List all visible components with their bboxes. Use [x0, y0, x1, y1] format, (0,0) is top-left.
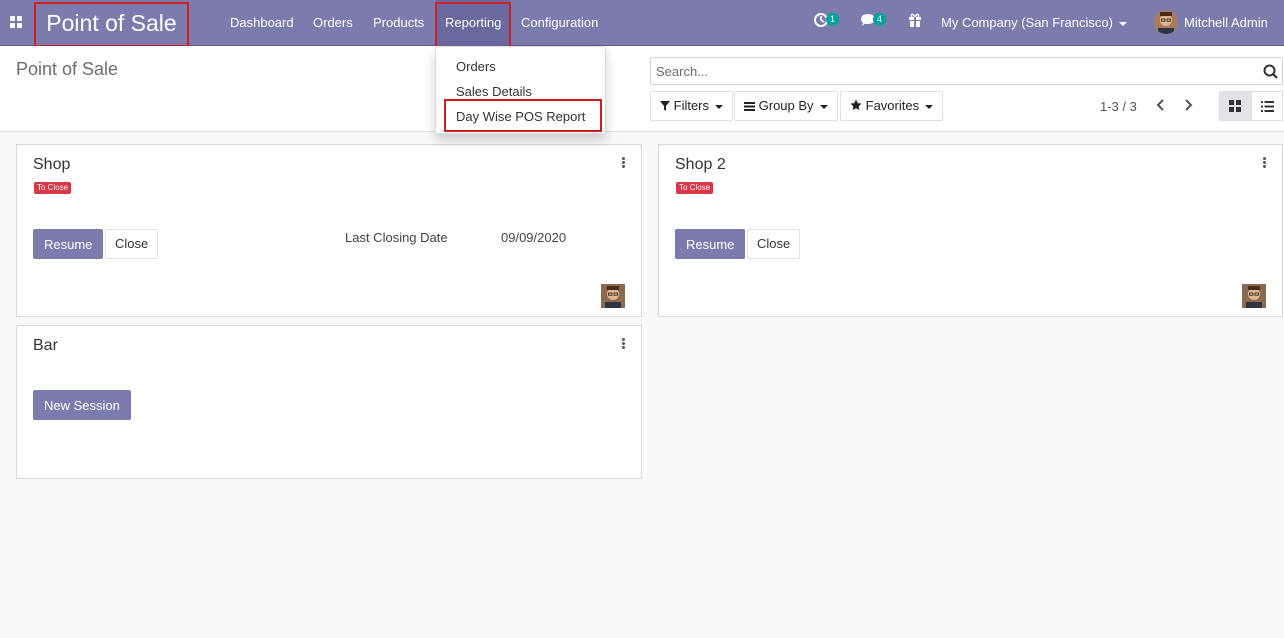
responsible-avatar [1242, 284, 1266, 308]
resume-button[interactable]: Resume [675, 229, 746, 259]
list-view-button[interactable] [1251, 91, 1283, 121]
resume-button[interactable]: Resume [33, 229, 104, 259]
filters-label: Filters [673, 98, 710, 113]
favorites-button[interactable]: Favorites [840, 91, 944, 121]
search-input[interactable] [651, 58, 1241, 84]
close-button[interactable]: Close [747, 229, 801, 259]
menu-configuration[interactable]: Configuration [521, 0, 598, 46]
card-options-icon[interactable] [622, 157, 626, 169]
groupby-label: Group By [758, 98, 814, 113]
card-options-icon[interactable] [622, 338, 626, 350]
search-icon[interactable] [1263, 64, 1278, 79]
gift-icon[interactable] [908, 13, 922, 31]
favorites-label: Favorites [865, 98, 920, 113]
pager-value[interactable]: 1-3 / 3 [1100, 99, 1137, 114]
last-closing-date-label: Last Closing Date [345, 230, 448, 245]
user-name[interactable]: Mitchell Admin [1184, 0, 1268, 46]
user-avatar[interactable] [1154, 10, 1178, 34]
caret-down-icon [1118, 21, 1127, 26]
pos-card-shop: Shop To Close Resume Close Last Closing … [16, 144, 642, 317]
dropdown-item-sales-details[interactable]: Sales Details [456, 84, 532, 99]
star-icon [850, 99, 862, 110]
caret-down-icon [715, 104, 724, 109]
pos-card-shop-2: Shop 2 To Close Resume Close [658, 144, 1283, 317]
card-title[interactable]: Shop 2 [675, 156, 726, 174]
activity-count-badge: 1 [826, 13, 839, 26]
close-button[interactable]: Close [105, 229, 159, 259]
responsible-avatar [601, 284, 625, 308]
main-navbar: Point of Sale Dashboard Orders Products … [0, 0, 1284, 50]
groupby-button[interactable]: Group By [734, 91, 838, 121]
app-brand-title[interactable]: Point of Sale [34, 2, 189, 47]
menu-products[interactable]: Products [373, 0, 424, 46]
card-options-icon[interactable] [1263, 157, 1267, 169]
caret-down-icon [819, 104, 828, 109]
kanban-view-button[interactable] [1219, 91, 1251, 121]
pager-next-icon[interactable] [1181, 98, 1195, 112]
card-title[interactable]: Bar [33, 337, 58, 355]
page-title: Point of Sale [16, 59, 119, 79]
control-panel: Point of Sale Filters Group By Favorites… [0, 46, 1284, 132]
dropdown-item-orders[interactable]: Orders [456, 59, 496, 74]
filters-button[interactable]: Filters [650, 91, 734, 121]
kanban-grid-icon [1229, 100, 1241, 112]
reporting-dropdown-menu: Orders Sales Details Day Wise POS Report [435, 46, 606, 134]
company-switcher[interactable]: My Company (San Francisco) [941, 0, 1127, 46]
last-closing-date-value: 09/09/2020 [501, 230, 567, 245]
list-bars-icon [744, 102, 755, 111]
status-badge: To Close [34, 182, 72, 194]
menu-dashboard[interactable]: Dashboard [230, 0, 294, 46]
company-name: My Company (San Francisco) [941, 15, 1113, 30]
pos-card-bar: Bar New Session [16, 325, 642, 479]
menu-orders[interactable]: Orders [313, 0, 353, 46]
reporting-highlight-box [435, 2, 511, 50]
search-box [650, 57, 1283, 85]
list-icon [1261, 101, 1274, 112]
new-session-button[interactable]: New Session [33, 390, 131, 420]
filter-icon [660, 101, 670, 111]
apps-menu-icon[interactable] [10, 16, 23, 29]
caret-down-icon [925, 104, 934, 109]
day-wise-report-highlight-box [444, 99, 602, 132]
pager-previous-icon[interactable] [1154, 98, 1168, 112]
messages-count-badge: 4 [873, 13, 886, 26]
status-badge: To Close [676, 182, 714, 194]
card-title[interactable]: Shop [33, 156, 70, 174]
